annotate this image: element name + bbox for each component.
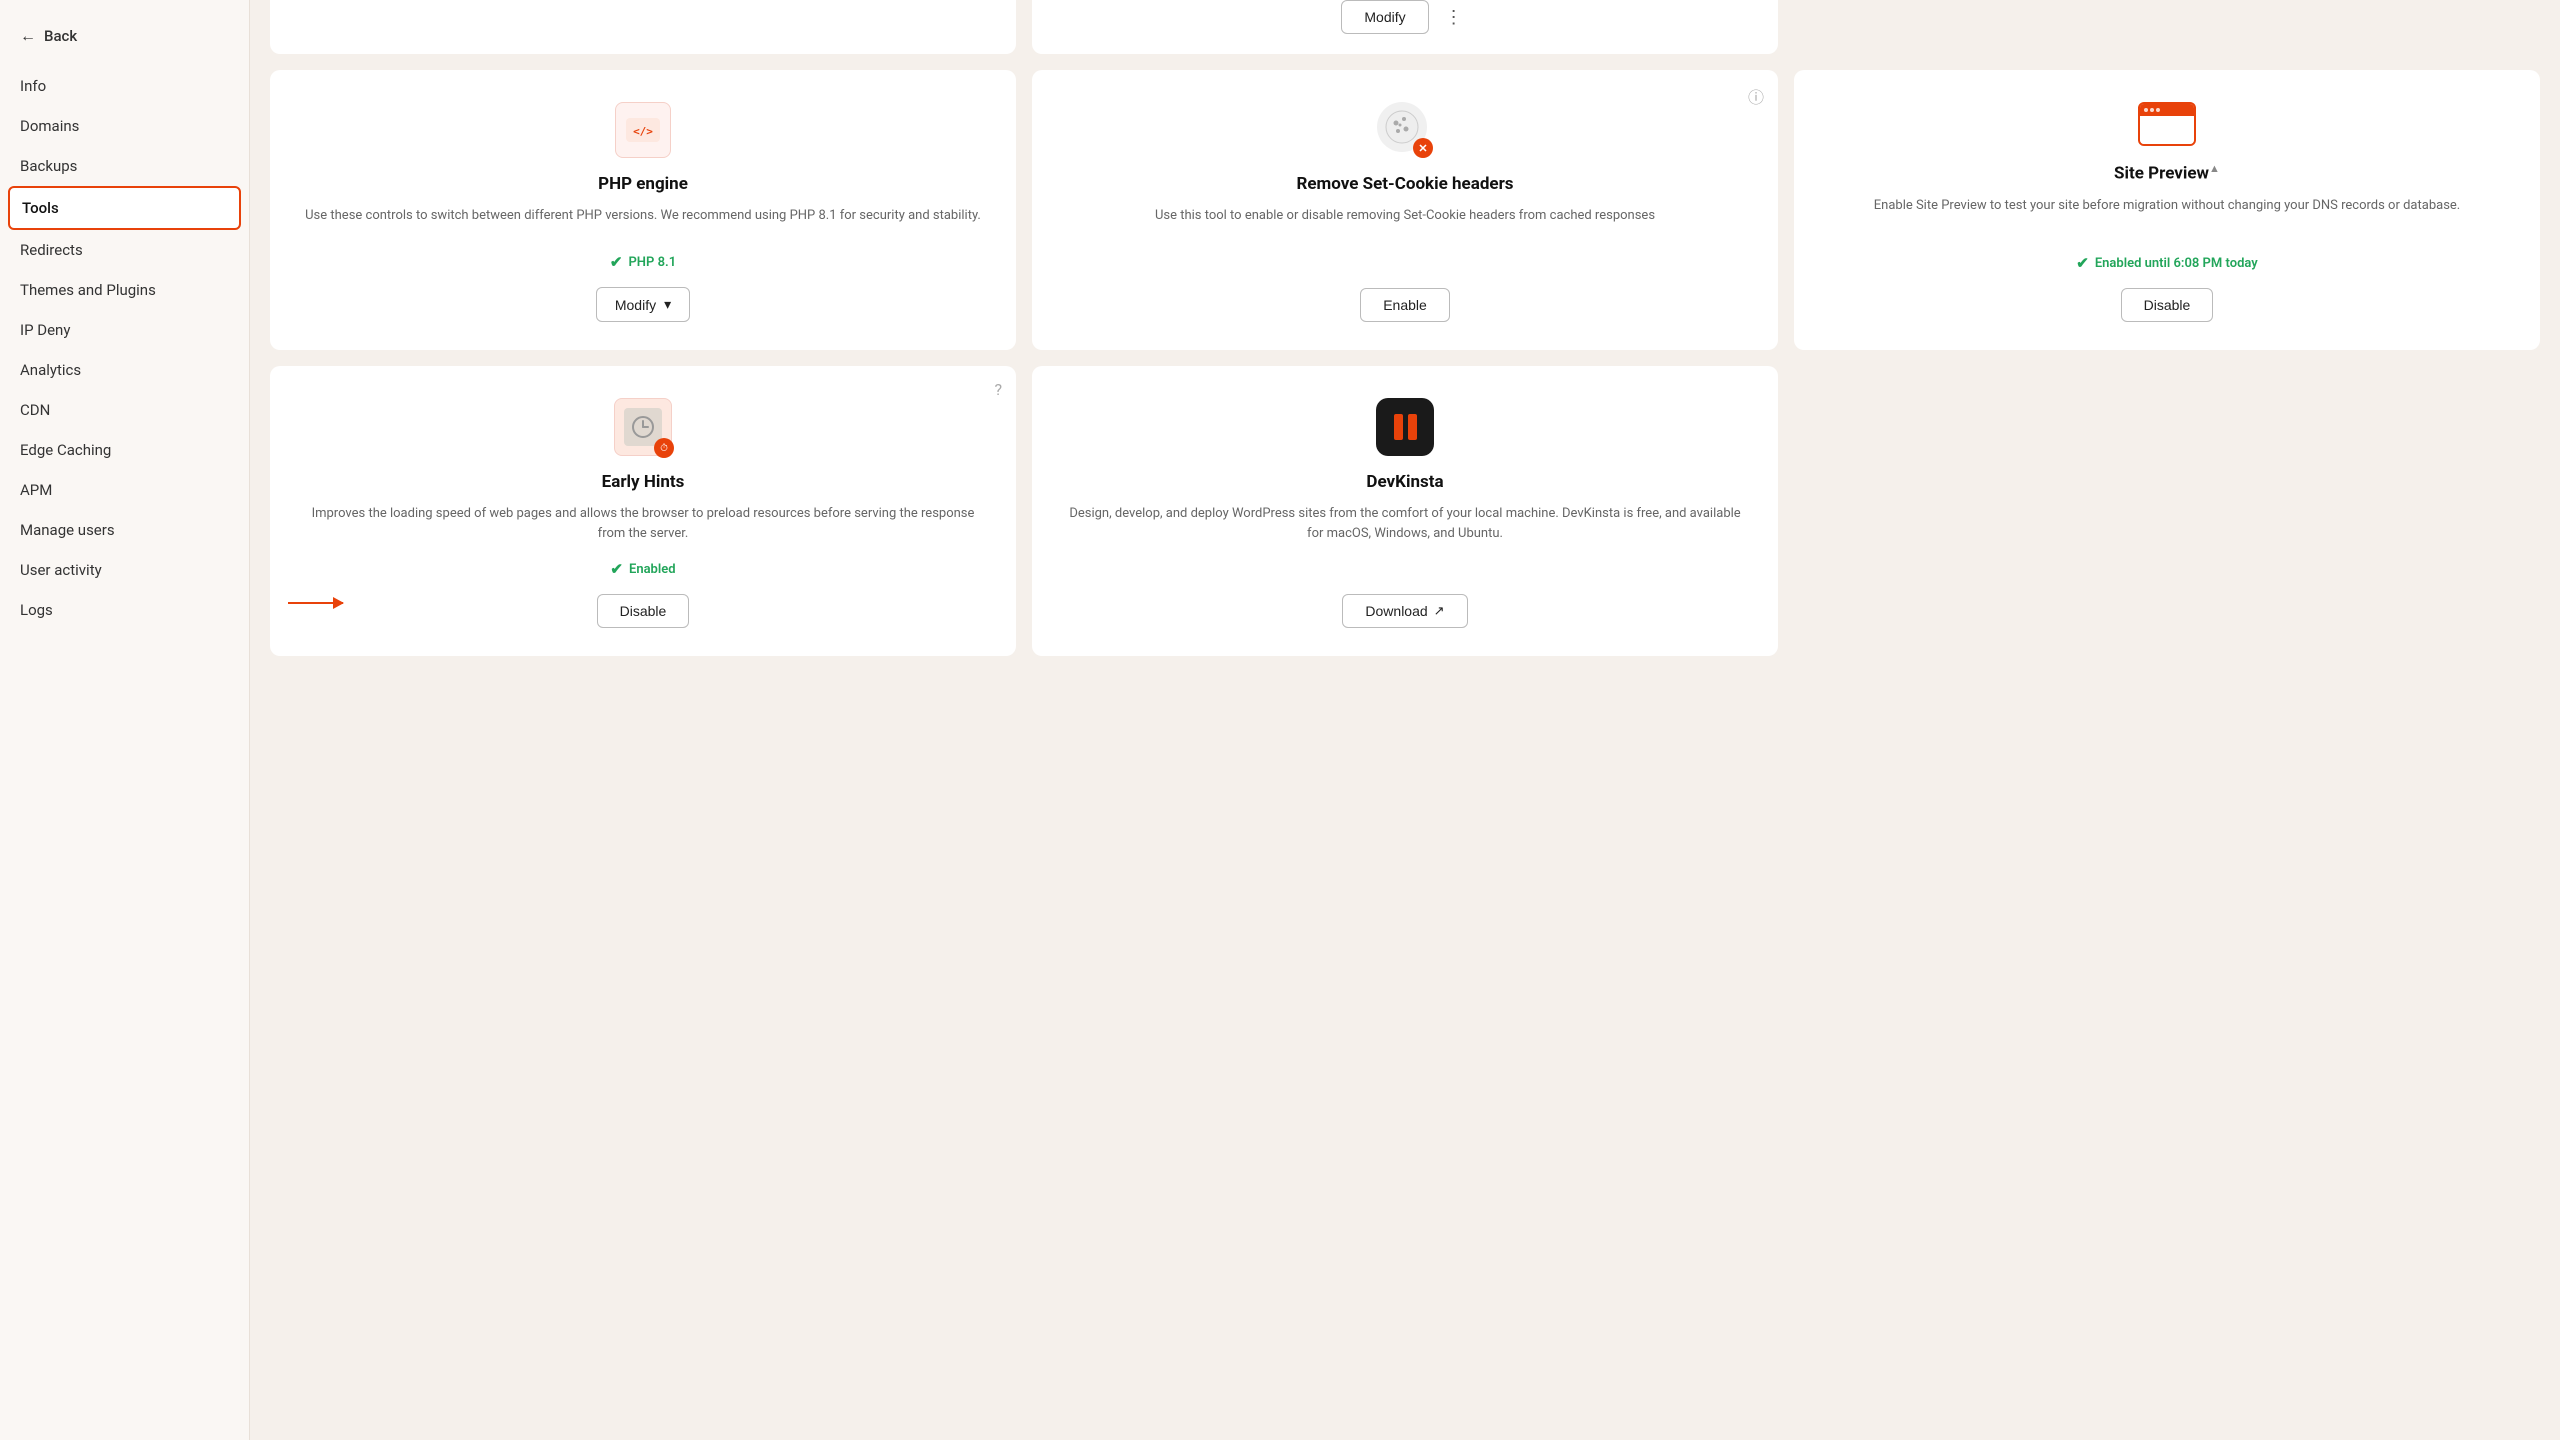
site-preview-title: Site Preview▲ bbox=[2114, 162, 2220, 184]
remove-cookie-enable-button[interactable]: Enable bbox=[1360, 288, 1450, 322]
early-hints-badge: ⏱ bbox=[654, 438, 674, 458]
sidebar-item-info[interactable]: Info bbox=[0, 66, 249, 106]
sidebar-item-logs[interactable]: Logs bbox=[0, 590, 249, 630]
early-hints-check-icon: ✔ bbox=[610, 560, 623, 578]
remove-cookie-desc: Use this tool to enable or disable remov… bbox=[1155, 206, 1655, 272]
php-engine-status: ✔ PHP 8.1 bbox=[610, 253, 676, 271]
sidebar-item-user-activity[interactable]: User activity bbox=[0, 550, 249, 590]
site-preview-card: Site Preview▲ Enable Site Preview to tes… bbox=[1794, 70, 2540, 350]
site-preview-desc: Enable Site Preview to test your site be… bbox=[1874, 196, 2460, 238]
php-engine-desc: Use these controls to switch between dif… bbox=[305, 206, 981, 237]
partial-card-1 bbox=[270, 0, 1016, 54]
php-engine-title: PHP engine bbox=[598, 174, 688, 194]
arrow-indicator bbox=[288, 602, 343, 604]
svg-text:</>: </> bbox=[633, 125, 653, 138]
remove-cookie-info-icon[interactable]: ⓘ bbox=[1748, 84, 1764, 108]
back-arrow-icon: ← bbox=[20, 26, 36, 46]
sidebar-item-apm[interactable]: APM bbox=[0, 470, 249, 510]
sidebar-item-redirects[interactable]: Redirects bbox=[0, 230, 249, 270]
early-hints-title: Early Hints bbox=[602, 472, 685, 492]
php-engine-modify-button[interactable]: Modify ▾ bbox=[596, 287, 690, 322]
site-preview-disable-button[interactable]: Disable bbox=[2121, 288, 2214, 322]
early-hints-card: ? ⏱ Early Hints Improves the loading spe… bbox=[270, 366, 1016, 656]
sidebar-item-tools[interactable]: Tools bbox=[8, 186, 241, 230]
sidebar-item-edge-caching[interactable]: Edge Caching bbox=[0, 430, 249, 470]
php-engine-icon: </> bbox=[615, 102, 671, 158]
top-more-icon[interactable]: ⋮ bbox=[1439, 3, 1469, 32]
sidebar-item-manage-users[interactable]: Manage users bbox=[0, 510, 249, 550]
cookie-x-badge: ✕ bbox=[1413, 138, 1433, 158]
back-label: Back bbox=[44, 27, 77, 45]
early-hints-desc: Improves the loading speed of web pages … bbox=[298, 504, 988, 544]
partial-card-2: Modify ⋮ bbox=[1032, 0, 1778, 54]
tools-cards-grid: </> PHP engine Use these controls to swi… bbox=[250, 54, 2560, 676]
chevron-down-icon: ▾ bbox=[664, 296, 671, 313]
early-hints-status: ✔ Enabled bbox=[610, 560, 675, 578]
devkinsta-title: DevKinsta bbox=[1366, 472, 1443, 492]
sidebar-item-backups[interactable]: Backups bbox=[0, 146, 249, 186]
site-preview-icon-wrap bbox=[2138, 102, 2196, 146]
remove-cookie-title: Remove Set-Cookie headers bbox=[1296, 174, 1513, 194]
remove-cookie-icon: ✕ bbox=[1377, 102, 1433, 158]
sidebar-item-cdn[interactable]: CDN bbox=[0, 390, 249, 430]
external-link-icon: ↗ bbox=[1434, 603, 1445, 619]
devkinsta-icon bbox=[1376, 398, 1434, 456]
sidebar-item-analytics[interactable]: Analytics bbox=[0, 350, 249, 390]
devkinsta-download-button[interactable]: Download ↗ bbox=[1342, 594, 1467, 628]
main-content: Modify ⋮ </> PHP engine Use these contro… bbox=[250, 0, 2560, 1440]
top-modify-button[interactable]: Modify bbox=[1341, 0, 1428, 34]
sidebar-item-themes-plugins[interactable]: Themes and Plugins bbox=[0, 270, 249, 310]
early-hints-disable-button[interactable]: Disable bbox=[597, 594, 690, 628]
devkinsta-desc: Design, develop, and deploy WordPress si… bbox=[1060, 504, 1750, 578]
empty-card-slot bbox=[1794, 366, 2540, 656]
devkinsta-card: DevKinsta Design, develop, and deploy Wo… bbox=[1032, 366, 1778, 656]
site-preview-status: ✔ Enabled until 6:08 PM today bbox=[2076, 254, 2257, 272]
back-button[interactable]: ← Back bbox=[0, 16, 249, 66]
partial-card-3 bbox=[1794, 0, 2540, 54]
early-hints-info-icon[interactable]: ? bbox=[994, 380, 1002, 399]
remove-cookie-card: ⓘ ✕ Remove Set bbox=[1032, 70, 1778, 350]
sidebar-item-domains[interactable]: Domains bbox=[0, 106, 249, 146]
site-preview-check-icon: ✔ bbox=[2076, 254, 2089, 272]
site-preview-warning-icon: ▲ bbox=[2209, 162, 2220, 175]
early-hints-icon: ⏱ bbox=[614, 398, 672, 456]
php-engine-card: </> PHP engine Use these controls to swi… bbox=[270, 70, 1016, 350]
sidebar-item-ip-deny[interactable]: IP Deny bbox=[0, 310, 249, 350]
php-status-check-icon: ✔ bbox=[610, 253, 623, 271]
sidebar: ← Back Info Domains Backups Tools Redire… bbox=[0, 0, 250, 1440]
